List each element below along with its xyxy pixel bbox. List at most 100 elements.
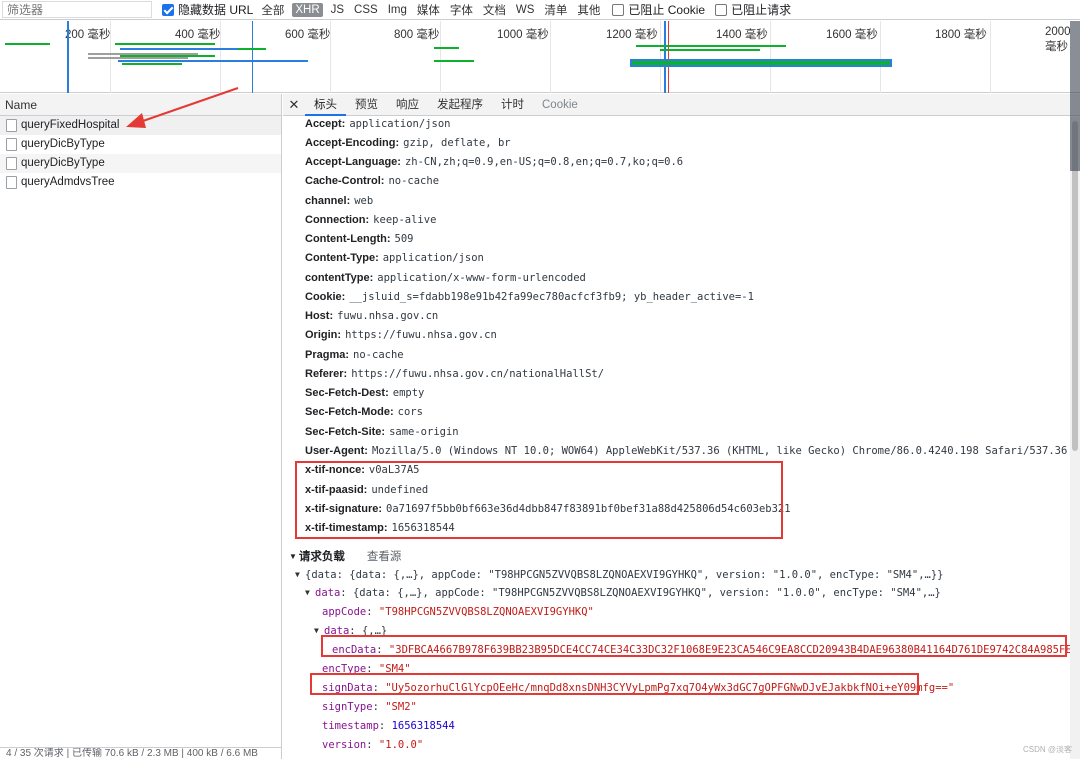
header-row: contentType: application/x-www-form-urlen… — [305, 271, 586, 285]
waterfall-bar — [238, 48, 266, 50]
waterfall-bar — [115, 43, 215, 45]
waterfall-bar — [88, 53, 198, 55]
header-row: Content-Type: application/json — [305, 251, 484, 265]
request-row[interactable]: queryAdmdvsTree — [0, 173, 281, 192]
type-filter-other[interactable]: 其他 — [575, 1, 602, 19]
header-key: Pragma: — [305, 349, 350, 361]
payload-signtype-line: signType: "SM2" — [322, 701, 417, 713]
header-value: same-origin — [389, 426, 459, 438]
tab-response[interactable]: 响应 — [387, 94, 428, 116]
type-filter-all[interactable]: 全部 — [259, 1, 286, 19]
header-value: empty — [392, 387, 425, 399]
payload-appcode-line: appCode: "T98HPCGN5ZVVQBS8LZQNOAEXVI9GYH… — [322, 606, 594, 618]
request-payload-header[interactable]: ▼ 请求负载 查看源 — [289, 548, 401, 564]
type-filter-doc[interactable]: 文档 — [481, 1, 508, 19]
header-row: Accept-Language: zh-CN,zh;q=0.9,en-US;q=0… — [305, 155, 683, 169]
hide-data-urls-label: 隐藏数据 URL — [178, 3, 254, 17]
hide-data-urls-checkbox[interactable]: 隐藏数据 URL — [162, 1, 253, 18]
header-key: Connection: — [305, 214, 370, 226]
waterfall-bar — [434, 47, 459, 49]
close-icon[interactable]: ✕ — [283, 97, 305, 113]
finish-marker — [664, 21, 666, 93]
header-key: Accept-Language: — [305, 156, 401, 168]
header-row: Referer: https://fuwu.nhsa.gov.cn/nationa… — [305, 367, 604, 381]
file-icon — [6, 157, 17, 170]
header-key: Cache-Control: — [305, 175, 385, 187]
signtype-value: "SM2" — [385, 701, 417, 713]
waterfall-bar — [88, 57, 188, 59]
header-key: Sec-Fetch-Dest: — [305, 387, 389, 399]
header-key: Referer: — [305, 368, 348, 380]
request-row[interactable]: queryDicByType — [0, 154, 281, 173]
header-row: Accept-Encoding: gzip, deflate, br — [305, 136, 511, 150]
header-key: Sec-Fetch-Mode: — [305, 406, 394, 418]
waterfall-bar — [660, 49, 760, 51]
header-key: Accept-Encoding: — [305, 137, 400, 149]
type-filter-ws[interactable]: WS — [514, 3, 537, 17]
detail-scrollbar[interactable] — [1070, 117, 1080, 759]
tab-initiator[interactable]: 发起程序 — [428, 94, 492, 116]
header-value: zh-CN,zh;q=0.9,en-US;q=0.8,en;q=0.7,ko;q… — [404, 156, 684, 168]
header-value: https://fuwu.nhsa.gov.cn — [345, 329, 497, 341]
header-value: application/x-www-form-urlencoded — [377, 272, 586, 284]
tab-headers[interactable]: 标头 — [305, 94, 346, 116]
waterfall-bar — [5, 43, 50, 45]
blocked-cookies-checkbox[interactable]: 已阻止 Cookie — [612, 1, 705, 18]
header-value: Mozilla/5.0 (Windows NT 10.0; WOW64) App… — [371, 445, 1068, 457]
type-filter-font[interactable]: 字体 — [448, 1, 475, 19]
type-filter-media[interactable]: 媒体 — [415, 1, 442, 19]
header-key: Origin: — [305, 329, 342, 341]
header-key: contentType: — [305, 272, 374, 284]
highlight-box-tif-headers — [295, 461, 783, 539]
tab-preview[interactable]: 预览 — [346, 94, 387, 116]
blocked-requests-label: 已阻止请求 — [731, 3, 792, 17]
checkbox-checked-icon — [162, 3, 174, 16]
type-filter-css[interactable]: CSS — [352, 3, 380, 17]
detail-tabs: ✕ 标头 预览 响应 发起程序 计时 Cookie — [283, 94, 1080, 116]
payload-data-line[interactable]: ▼ data: {data: {,…}, appCode: "T98HPCGN5Z… — [305, 586, 941, 600]
type-filter-js[interactable]: JS — [329, 3, 346, 17]
payload-root-value: {data: {data: {,…}, appCode: "T98HPCGN5Z… — [305, 569, 944, 581]
type-filter-xhr[interactable]: XHR — [292, 2, 323, 17]
triangle-down-icon: ▼ — [305, 588, 310, 597]
payload-title: 请求负载 — [298, 551, 345, 563]
waterfall-bar-selected — [632, 61, 890, 65]
header-value: keep-alive — [373, 214, 437, 226]
header-key: User-Agent: — [305, 445, 368, 457]
payload-data-value: {data: {,…}, appCode: "T98HPCGN5ZVVQBS8L… — [352, 587, 941, 599]
header-row: Sec-Fetch-Dest: empty — [305, 386, 424, 400]
header-value: cors — [397, 406, 423, 418]
version-value: "1.0.0" — [378, 739, 424, 751]
header-row: Sec-Fetch-Mode: cors — [305, 405, 423, 419]
waterfall-bar — [636, 45, 786, 47]
header-row: Sec-Fetch-Site: same-origin — [305, 425, 459, 439]
tab-timing[interactable]: 计时 — [492, 94, 533, 116]
highlight-box-encdata — [321, 635, 1067, 657]
view-source-link[interactable]: 查看源 — [367, 551, 402, 563]
triangle-down-icon: ▼ — [289, 552, 297, 561]
blocked-cookies-label: 已阻止 Cookie — [628, 3, 706, 17]
header-key: Host: — [305, 310, 334, 322]
header-key: Content-Type: — [305, 252, 379, 264]
watermark: CSDN @淡客 — [1022, 745, 1072, 754]
filter-input[interactable] — [2, 1, 152, 18]
type-filter-img[interactable]: Img — [386, 3, 409, 17]
tab-cookies[interactable]: Cookie — [533, 94, 587, 116]
type-filter-manifest[interactable]: 清单 — [542, 1, 569, 19]
header-row: User-Agent: Mozilla/5.0 (Windows NT 10.0;… — [305, 444, 1067, 458]
blocked-requests-checkbox[interactable]: 已阻止请求 — [715, 1, 791, 18]
request-name: queryAdmdvsTree — [21, 176, 115, 188]
waterfall-bar — [118, 60, 308, 62]
header-row: channel: web — [305, 194, 373, 208]
payload-root-line[interactable]: ▼ {data: {data: {,…}, appCode: "T98HPCGN5… — [295, 568, 943, 582]
header-row: Content-Length: 509 — [305, 232, 414, 246]
payload-timestamp-line: timestamp: 1656318544 — [322, 720, 455, 732]
waterfall-bar — [120, 55, 215, 57]
header-key: channel: — [305, 195, 351, 207]
request-list-panel: Name queryFixedHospital queryDicByType q… — [0, 94, 282, 759]
checkbox-unchecked-icon — [612, 3, 625, 16]
header-key: Cookie: — [305, 291, 346, 303]
payload-version-line: version: "1.0.0" — [322, 739, 424, 751]
header-value: application/json — [382, 252, 484, 264]
header-row: Connection: keep-alive — [305, 213, 436, 227]
